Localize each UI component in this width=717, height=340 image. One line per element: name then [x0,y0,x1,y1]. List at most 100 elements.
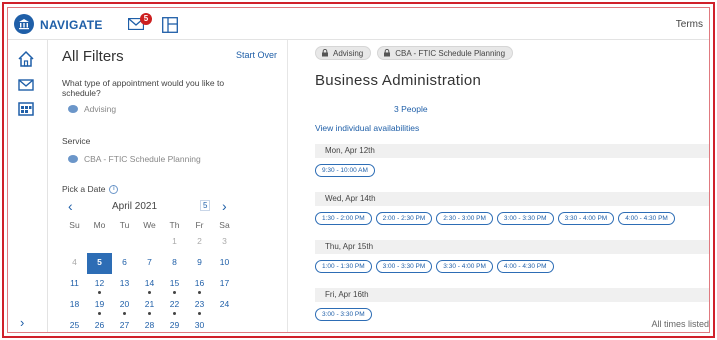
calendar-day[interactable]: 10 [212,253,237,274]
time-slot-row: 3:00 - 3:30 PM [315,308,372,321]
weekday-header: We [143,220,156,230]
terms-link[interactable]: Terms [676,19,703,30]
time-slot-button[interactable]: 4:00 - 4:30 PM [618,212,675,225]
calendar-day[interactable]: 1 [162,232,187,253]
calendar-day[interactable]: 25 [62,316,87,332]
calendar-day[interactable]: 21 [137,295,162,316]
page-title: Business Administration [315,72,482,89]
calendar-empty-cell [87,232,112,253]
time-slot-row: 1:30 - 2:00 PM 2:00 - 2:30 PM 2:30 - 3:00 … [315,212,675,225]
next-month-icon[interactable]: › [222,198,227,214]
calendar-grid: Su Mo Tu We Th Fr Sa 1 2 3 4 5 6 7 8 9 10 11 12 13 14 15 16 17 1… [62,218,244,332]
calendar-day[interactable]: 23 [187,295,212,316]
filter-chip[interactable]: CBA - FTIC Schedule Planning [377,46,514,60]
lock-icon [384,49,391,57]
radio-dot-icon [68,105,78,113]
calendar-day[interactable]: 22 [162,295,187,316]
brand-name[interactable]: NAVIGATE [40,18,103,32]
calendar-grid-icon[interactable] [17,100,35,118]
time-slot-button[interactable]: 1:00 - 1:30 PM [315,260,372,273]
people-count-link[interactable]: 3 People [394,104,428,114]
calendar-day[interactable]: 7 [137,253,162,274]
weekday-header: Mo [93,220,106,230]
time-slot-row: 1:00 - 1:30 PM 3:00 - 3:30 PM 3:30 - 4:00 … [315,260,554,273]
filter-chip-label: CBA - FTIC Schedule Planning [395,48,506,58]
home-icon[interactable] [17,50,35,68]
calendar-empty-cell [212,316,237,332]
expand-chevron-icon[interactable]: › [20,315,24,330]
view-individual-availabilities-link[interactable]: View individual availabilities [315,123,419,133]
day-header: Fri, Apr 16th [315,288,709,302]
calendar-day[interactable]: 18 [62,295,87,316]
calendar-day[interactable]: 17 [212,274,237,295]
appointment-type-question: What type of appointment would you like … [62,78,225,98]
app-body: NAVIGATE 5 Terms › All Filters Start Ove… [7,7,710,333]
calendar-day[interactable]: 26 [87,316,112,332]
calendar-today-button[interactable]: 5 [200,200,211,211]
calendar-day[interactable]: 14 [137,274,162,295]
calendar-day[interactable]: 3 [212,232,237,253]
previous-month-icon[interactable]: ‹ [68,198,73,214]
weekday-header: Sa [219,220,230,230]
filters-title: All Filters [62,48,124,65]
calendar-empty-cell [137,232,162,253]
top-bar: NAVIGATE 5 Terms [8,8,709,40]
calendar-day[interactable]: 16 [187,274,212,295]
app-window: NAVIGATE 5 Terms › All Filters Start Ove… [2,2,715,338]
calendar-day[interactable]: 2 [187,232,212,253]
calendar-day[interactable]: 27 [112,316,137,332]
calendar-empty-cell [112,232,137,253]
time-slot-button[interactable]: 3:00 - 3:30 PM [315,308,372,321]
filter-chip[interactable]: Advising [315,46,372,60]
calendar-day[interactable]: 30 [187,316,212,332]
radio-dot-icon [68,155,78,163]
time-slot-row: 9:30 - 10:00 AM [315,164,375,177]
calendar-day[interactable]: 6 [112,253,137,274]
calendar-month: April 2021 [112,201,158,212]
university-logo-icon[interactable] [14,14,34,34]
time-slot-button[interactable]: 2:30 - 3:00 PM [436,212,493,225]
calendar-day[interactable]: 15 [162,274,187,295]
timezone-note: All times listed [651,319,709,329]
time-slot-button[interactable]: 3:00 - 3:30 PM [496,212,554,225]
calendar-day[interactable]: 19 [87,295,112,316]
calendar-day[interactable]: 12 [87,274,112,295]
mail-icon[interactable] [17,76,35,94]
info-icon[interactable]: i [109,185,119,195]
date-picker: ‹ April 2021 5 › Su Mo Tu We Th Fr Sa 1 2 3 4 5 6 7 8 9… [62,198,244,332]
building-icon [19,19,29,30]
filters-panel: All Filters Start Over What type of appo… [48,40,288,332]
appointment-type-option[interactable]: Advising [68,104,116,114]
calendar-day[interactable]: 24 [212,295,237,316]
day-header: Wed, Apr 14th [315,192,709,206]
calendar-day[interactable]: 13 [112,274,137,295]
calendar-day[interactable]: 4 [62,253,87,274]
service-option-label: CBA - FTIC Schedule Planning [84,154,201,164]
weekday-header: Th [169,220,180,230]
time-slot-button[interactable]: 2:00 - 2:30 PM [375,212,433,225]
calendar-day[interactable]: 8 [162,253,187,274]
time-slot-button[interactable]: 9:30 - 10:00 AM [315,164,375,177]
calendar-day[interactable]: 28 [137,316,162,332]
time-slot-button[interactable]: 1:30 - 2:00 PM [315,212,372,225]
calendar-day[interactable]: 5 [87,253,112,274]
filter-chip-label: Advising [333,48,364,58]
time-slot-button[interactable]: 3:00 - 3:30 PM [375,260,433,273]
calendar-header: ‹ April 2021 5 › [62,198,244,216]
service-option[interactable]: CBA - FTIC Schedule Planning [68,154,201,164]
time-slot-button[interactable]: 3:30 - 4:00 PM [436,260,493,273]
day-header: Mon, Apr 12th [315,144,709,158]
calendar-day[interactable]: 9 [187,253,212,274]
time-slot-button[interactable]: 3:30 - 4:00 PM [557,212,615,225]
pick-date-text: Pick a Date [62,184,106,194]
availability-panel: Advising CBA - FTIC Schedule Planning Bu… [289,40,709,332]
time-slot-button[interactable]: 4:00 - 4:30 PM [496,260,554,273]
layout-icon[interactable] [162,17,178,33]
calendar-day[interactable]: 20 [112,295,137,316]
calendar-day[interactable]: 11 [62,274,87,295]
weekday-header: Tu [119,220,130,230]
calendar-day[interactable]: 29 [162,316,187,332]
start-over-link[interactable]: Start Over [236,50,277,60]
mail-count-badge: 5 [140,13,152,25]
weekday-header: Su [69,220,80,230]
